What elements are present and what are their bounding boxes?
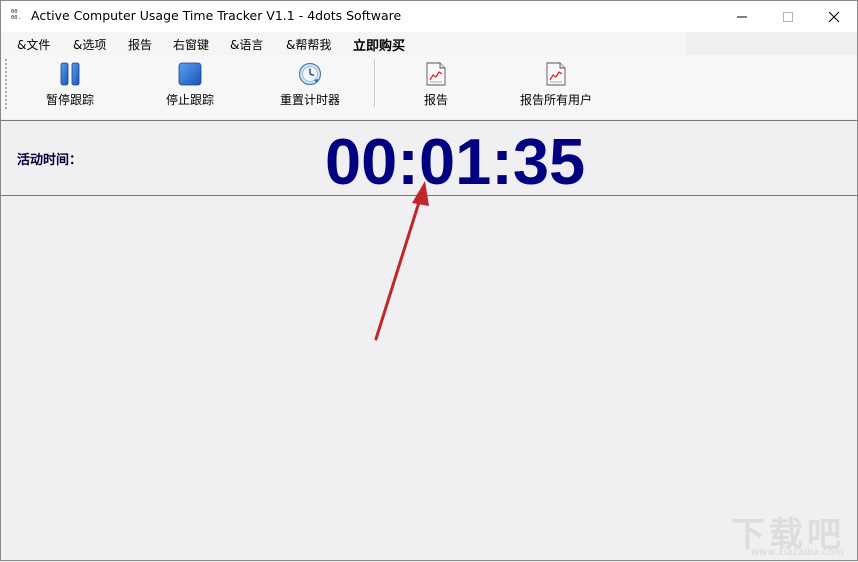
- menu-report[interactable]: 报告: [128, 36, 152, 53]
- watermark-url: www.xiazaiba.com: [751, 547, 844, 558]
- stop-icon: [178, 62, 202, 86]
- window-title: Active Computer Usage Time Tracker V1.1 …: [31, 8, 402, 23]
- pause-tracking-label: 暂停跟踪: [45, 93, 94, 107]
- menu-language[interactable]: &语言: [230, 36, 263, 53]
- menu-right-click[interactable]: 右窗键: [173, 36, 209, 53]
- svg-text:00.: 00.: [11, 15, 21, 21]
- maximize-button[interactable]: [765, 1, 811, 32]
- app-icon: 00 00.: [11, 8, 25, 24]
- active-time-label: 活动时间：: [17, 153, 83, 168]
- reset-timer-button[interactable]: 重置计时器: [277, 61, 343, 113]
- minimize-button[interactable]: [719, 1, 765, 32]
- toolbar-grip[interactable]: [5, 59, 7, 111]
- report-all-users-icon: [546, 62, 566, 86]
- active-time-display: 00:01:35: [325, 125, 586, 198]
- stop-tracking-label: 停止跟踪: [165, 93, 214, 107]
- toolbar-separator: [374, 59, 375, 107]
- app-window: 00 00. Active Computer Usage Time Tracke…: [0, 0, 858, 561]
- minimize-icon: [737, 16, 747, 17]
- stop-tracking-button[interactable]: 停止跟踪: [158, 61, 222, 113]
- menu-buy-now[interactable]: 立即购买: [353, 35, 405, 54]
- close-button[interactable]: [811, 1, 857, 32]
- report-icon: [426, 62, 446, 86]
- menu-bar: &文件 &选项 报告 右窗键 &语言 &帮帮我 立即购买: [1, 32, 687, 55]
- report-all-users-button[interactable]: 报告所有用户: [517, 61, 595, 113]
- report-button[interactable]: 报告: [415, 61, 457, 113]
- watermark-logo: 下载吧 www.xiazaiba.com: [723, 507, 853, 559]
- pause-icon: [60, 62, 80, 86]
- report-label: 报告: [423, 93, 448, 107]
- maximize-icon: [783, 11, 793, 22]
- pause-tracking-button[interactable]: 暂停跟踪: [39, 61, 101, 113]
- toolbar: 暂停跟踪 停止跟踪 重置计时器 报告 报告所有用户: [1, 55, 857, 119]
- reset-timer-icon: [298, 62, 322, 86]
- report-all-users-label: 报告所有用户: [519, 93, 592, 107]
- menu-file[interactable]: &文件: [17, 36, 50, 53]
- active-time-panel: 活动时间： 00:01:35: [1, 120, 857, 198]
- menu-help[interactable]: &帮帮我: [286, 36, 331, 53]
- menu-options[interactable]: &选项: [73, 36, 106, 53]
- reset-timer-label: 重置计时器: [279, 93, 340, 107]
- close-icon: [828, 11, 840, 22]
- title-bar[interactable]: 00 00. Active Computer Usage Time Tracke…: [1, 1, 857, 32]
